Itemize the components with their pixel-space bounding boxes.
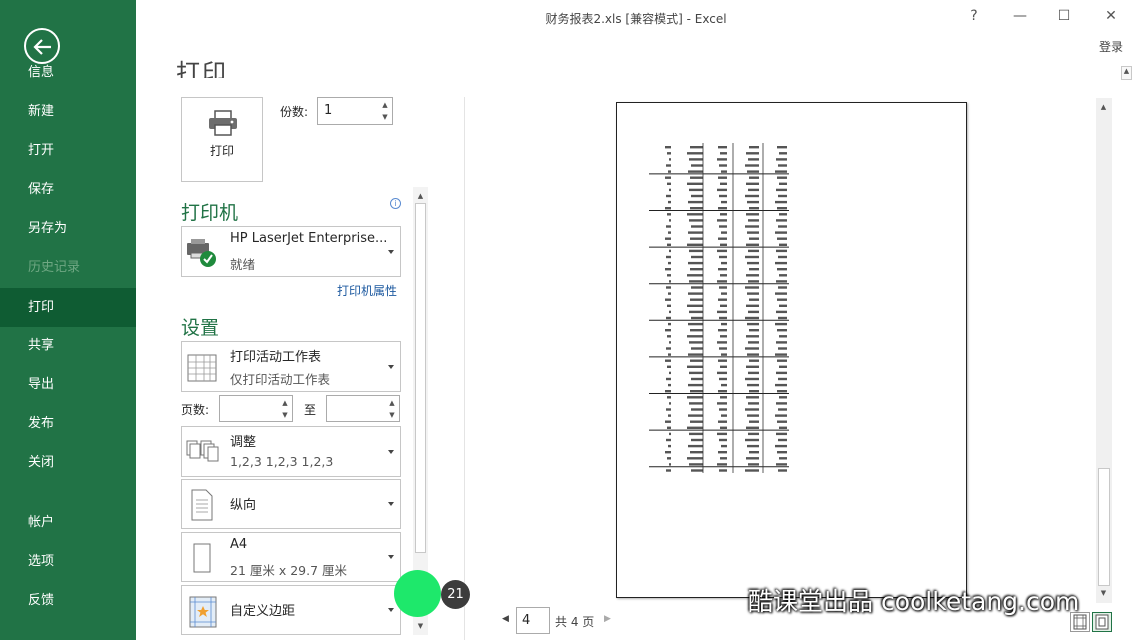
spin-up-icon[interactable]: ▲ (380, 99, 390, 111)
sidebar-item-save[interactable]: 保存 (0, 170, 136, 209)
spin-down-icon[interactable]: ▼ (280, 409, 290, 421)
custom-margins-icon (189, 596, 217, 628)
print-button[interactable]: 打印 (181, 97, 263, 182)
chevron-down-icon (388, 608, 394, 612)
preview-scrollbar[interactable]: ▲ ▼ (1096, 98, 1112, 603)
sidebar-item-open[interactable]: 打开 (0, 131, 136, 170)
printer-dropdown[interactable]: HP LaserJet Enterprise... 就绪 (181, 226, 401, 277)
sidebar-item-account[interactable]: 帐户 (0, 503, 136, 542)
sidebar-item-print[interactable]: 打印 (0, 288, 136, 327)
sidebar-item-feedback[interactable]: 反馈 (0, 581, 136, 620)
scope-title: 打印活动工作表 (230, 350, 322, 365)
info-icon[interactable]: i (390, 198, 401, 209)
sidebar-item-share[interactable]: 共享 (0, 326, 136, 365)
chevron-down-icon (388, 555, 394, 559)
settings-heading: 设置 (181, 317, 220, 339)
pages-from-input[interactable]: ▲ ▼ (219, 395, 293, 422)
page-number-input[interactable]: 4 (516, 607, 550, 634)
scroll-up-icon[interactable]: ▲ (413, 189, 428, 203)
margins-dropdown[interactable]: 自定义边距 (181, 585, 401, 635)
copies-label: 份数: (280, 105, 309, 119)
sidebar-item-info[interactable]: 信息 (0, 53, 136, 92)
preview-sheet-content (649, 143, 789, 473)
collate-icon (186, 440, 219, 462)
collate-dropdown[interactable]: 调整 1,2,3 1,2,3 1,2,3 (181, 426, 401, 477)
page-total: 共 4 页 (555, 615, 595, 629)
sidebar-item-export[interactable]: 导出 (0, 365, 136, 404)
margins-title: 自定义边距 (230, 604, 296, 619)
collate-subtitle: 1,2,3 1,2,3 1,2,3 (230, 454, 334, 469)
print-scope-dropdown[interactable]: 打印活动工作表 仅打印活动工作表 (181, 341, 401, 392)
paper-size-icon (193, 543, 211, 573)
scrollbar-thumb[interactable] (1098, 468, 1110, 586)
pages-label: 页数: (181, 403, 210, 417)
scroll-up-icon[interactable]: ▲ (1121, 66, 1132, 80)
help-button[interactable]: ? (962, 6, 986, 26)
paper-size-dropdown[interactable]: A4 21 厘米 x 29.7 厘米 (181, 532, 401, 582)
printer-name: HP LaserJet Enterprise... (230, 231, 388, 246)
orientation-dropdown[interactable]: 纵向 (181, 479, 401, 529)
step-badge: 21 (441, 580, 470, 609)
login-link[interactable]: 登录 (1099, 38, 1123, 55)
sidebar-item-options[interactable]: 选项 (0, 542, 136, 581)
spin-up-icon[interactable]: ▲ (280, 397, 290, 409)
pages-to-input[interactable]: ▲ ▼ (326, 395, 400, 422)
orientation-title: 纵向 (230, 498, 257, 513)
printer-ready-icon (187, 239, 216, 267)
close-window-button[interactable]: ✕ (1099, 6, 1123, 26)
collate-title: 调整 (230, 435, 257, 450)
click-indicator (394, 570, 441, 617)
printer-properties-link[interactable]: 打印机属性 (337, 282, 397, 299)
sidebar-item-save-as[interactable]: 另存为 (0, 209, 136, 248)
printer-icon (209, 110, 237, 136)
zoom-to-page-icon[interactable] (1092, 612, 1112, 632)
chevron-down-icon (388, 365, 394, 369)
backstage-sidebar: 信息 新建 打开 保存 另存为 历史记录 打印 共享 导出 发布 关闭 帐户 选… (0, 0, 136, 640)
worksheet-icon (187, 354, 217, 382)
previous-page-icon[interactable]: ◀ (502, 614, 509, 624)
print-button-label: 打印 (209, 144, 234, 158)
spin-down-icon[interactable]: ▼ (380, 111, 390, 123)
spin-down-icon[interactable]: ▼ (387, 409, 397, 421)
chevron-down-icon (388, 250, 394, 254)
scroll-up-icon[interactable]: ▲ (1096, 100, 1111, 114)
minimize-button[interactable]: — (1008, 6, 1032, 26)
printer-heading: 打印机 (181, 202, 239, 224)
pages-to-label: 至 (304, 403, 317, 417)
print-preview-page (616, 102, 967, 598)
spin-up-icon[interactable]: ▲ (387, 397, 397, 409)
window-title: 财务报表2.xls [兼容模式] - Excel (545, 12, 727, 26)
sidebar-item-new[interactable]: 新建 (0, 92, 136, 131)
copies-value: 1 (324, 103, 333, 118)
settings-scrollbar[interactable]: ▲ ▼ (413, 187, 428, 635)
watermark: 酷课堂出品 coolketang.com (748, 587, 1080, 616)
sidebar-item-publish[interactable]: 发布 (0, 404, 136, 443)
chevron-down-icon (388, 450, 394, 454)
chevron-down-icon (388, 502, 394, 506)
printer-status: 就绪 (230, 257, 256, 272)
sidebar-item-history: 历史记录 (28, 260, 81, 275)
panel-divider (464, 97, 465, 640)
scrollbar-thumb[interactable] (415, 203, 426, 553)
maximize-button[interactable]: ☐ (1052, 6, 1076, 26)
page-title: 打印 (176, 59, 228, 78)
paper-title: A4 (230, 537, 248, 552)
copies-input[interactable]: 1 ▲ ▼ (317, 97, 393, 125)
sidebar-item-close[interactable]: 关闭 (0, 443, 136, 482)
scope-subtitle: 仅打印活动工作表 (230, 372, 331, 387)
scroll-down-icon[interactable]: ▼ (413, 619, 428, 633)
portrait-page-icon (191, 489, 213, 521)
scroll-down-icon[interactable]: ▼ (1096, 586, 1111, 600)
next-page-icon[interactable]: ▶ (604, 614, 611, 624)
paper-subtitle: 21 厘米 x 29.7 厘米 (230, 563, 348, 578)
